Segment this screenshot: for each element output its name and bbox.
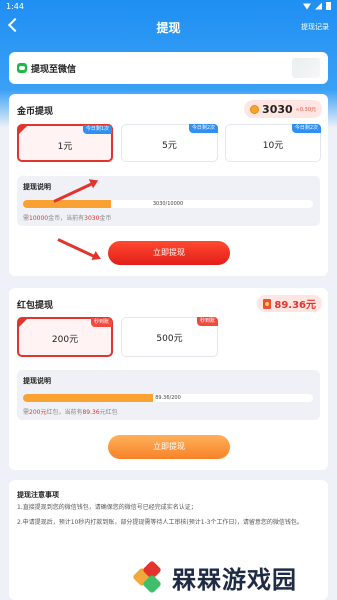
withdraw-record-link[interactable]: 提现记录 [301,22,329,32]
note-have: 89.36 [82,409,100,416]
coin-progress-bar: 3030/10000 [23,200,313,208]
redpack-option-500[interactable]: 500元 秒到账 [121,317,218,357]
note-need: 200元 [29,409,47,416]
coin-withdraw-card: 金币提现 3030 ≈0.30元 1元 今日剩1次 5元 今日剩2次 10元 今… [9,94,328,276]
option-tag: 今日剩2次 [291,124,321,133]
coin-balance-badge: 3030 ≈0.30元 [244,100,322,118]
coin-section-title: 金币提现 [17,107,54,117]
watermark-text: 槑槑游戏园 [172,565,297,594]
battery-icon [326,2,331,10]
option-value: 10元 [262,141,284,151]
wechat-account-card[interactable]: 提现至微信 [9,52,328,84]
redpack-section-title: 红包提现 [17,301,54,311]
option-tag: 今日剩1次 [82,125,112,134]
wechat-icon [17,63,27,73]
option-tag: 秒到账 [196,317,218,326]
notes-title: 提现注意事项 [17,491,59,499]
nav-bar: 提现 提现记录 [0,14,337,40]
redpack-explain-box: 提现说明 89.36/200 需200元红包，当前有89.36元红包 [17,370,320,420]
wechat-avatar [292,58,320,78]
watermark-logo-icon [132,560,166,594]
note-suffix: 元红包 [99,409,118,416]
note-item-2: 2.申请提现后，预计10秒内打款到账，部分提现需等待人工审核(预计1-3个工作日… [17,519,303,526]
selected-check-icon [18,318,28,328]
explain-title: 提现说明 [23,183,51,191]
option-tag: 今日剩2次 [188,124,218,133]
redpack-balance: 89.36元 [274,300,316,311]
coin-progress-text: 3030/10000 [152,201,184,207]
redpack-progress-bar: 89.36/200 [23,394,313,402]
coin-balance-cny: ≈0.30元 [295,106,316,113]
explain-title: 提现说明 [23,377,51,385]
note-have: 3030 [84,215,100,222]
coin-option-1[interactable]: 1元 今日剩1次 [17,124,113,162]
note-mid: 红包，当前有 [46,409,83,416]
note-suffix: 金币 [99,215,112,222]
option-tag: 秒到账 [90,318,112,327]
coin-explain-box: 提现说明 3030/10000 需10000金币，当前有3030金币 [17,176,320,226]
watermark: 槑槑游戏园 [132,554,337,600]
red-envelope-icon [263,298,272,309]
option-value: 1元 [57,142,73,152]
signal-icon [315,2,322,10]
coin-option-5[interactable]: 5元 今日剩2次 [121,124,218,162]
coin-icon [250,104,260,114]
page-title: 提现 [156,21,181,35]
redpack-option-200[interactable]: 200元 秒到账 [17,317,113,357]
selected-check-icon [18,125,28,135]
redpack-explain-note: 需200元红包，当前有89.36元红包 [23,407,118,416]
option-value: 5元 [162,141,177,151]
note-need: 10000 [29,215,49,222]
redpack-withdraw-card: 红包提现 89.36元 200元 秒到账 500元 秒到账 提现说明 89.36… [9,288,328,470]
note-mid: 金币，当前有 [48,215,85,222]
redpack-balance-badge: 89.36元 [257,295,322,312]
wifi-icon [303,3,311,10]
wechat-label: 提现至微信 [31,65,77,75]
option-value: 500元 [156,334,183,344]
coin-balance: 3030 [262,102,293,116]
coin-explain-note: 需10000金币，当前有3030金币 [23,213,111,222]
status-time: 1:44 [6,2,24,11]
coin-withdraw-button[interactable]: 立即提现 [108,241,230,265]
redpack-progress-text: 89.36/200 [155,395,181,401]
option-value: 200元 [51,335,79,345]
coin-option-10[interactable]: 10元 今日剩2次 [225,124,321,162]
note-item-1: 1.直接提现到您的微信钱包，请确保您的微信号已经完成实名认证； [17,504,197,511]
status-bar: 1:44 [0,0,337,14]
redpack-withdraw-button[interactable]: 立即提现 [108,435,230,459]
status-icons [303,2,331,10]
